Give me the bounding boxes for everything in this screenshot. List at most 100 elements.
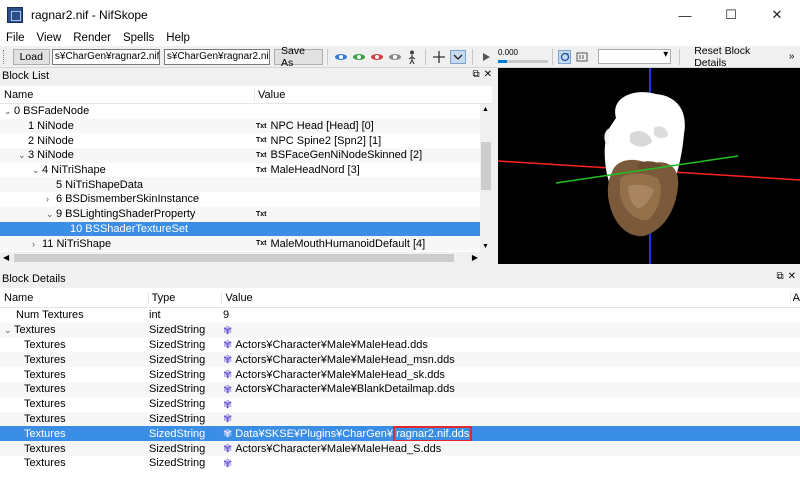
- vscroll-thumb[interactable]: [481, 142, 491, 190]
- detail-row[interactable]: Textures SizedString ✾ Actors¥Character¥Mal…: [0, 381, 800, 397]
- hscroll-thumb[interactable]: [14, 254, 454, 262]
- menu-render[interactable]: Render: [67, 32, 117, 44]
- block-list-row[interactable]: ⌄ 3 NiNode Txt BSFaceGenNiNodeSkinned [2]: [0, 148, 492, 163]
- detail-row[interactable]: Textures SizedString ✾ Actors¥Character¥Mal…: [0, 441, 800, 456]
- view-top-icon[interactable]: [334, 50, 348, 64]
- save-path-field[interactable]: s¥CharGen¥ragnar2.nif: [163, 48, 270, 65]
- close-button[interactable]: ✕: [754, 0, 800, 30]
- block-list-row[interactable]: 2 NiNode Txt NPC Spine2 [Spn2] [1]: [0, 133, 492, 148]
- loop-icon[interactable]: [558, 49, 572, 64]
- reset-block-details-button[interactable]: Reset Block Details: [688, 45, 783, 69]
- block-list-row[interactable]: 1 NiNode Txt NPC Head [Head] [0]: [0, 118, 492, 134]
- save-as-button[interactable]: Save As: [274, 45, 324, 69]
- detail-row[interactable]: Textures SizedString ✾ Actors¥Character¥Mal…: [0, 367, 800, 382]
- detail-value-cell[interactable]: ✾: [222, 323, 235, 338]
- detail-value-cell[interactable]: ✾ Actors¥Character¥Male¥MaleHead_S.dds: [222, 441, 441, 456]
- detail-type: SizedString: [149, 324, 206, 337]
- detail-value-cell[interactable]: ✾ Actors¥Character¥Male¥MaleHead.dds: [222, 338, 428, 353]
- collapse-arrow-icon[interactable]: ⌄: [32, 165, 42, 176]
- scroll-right-icon[interactable]: ▶: [472, 253, 478, 262]
- block-list-row[interactable]: ⌄ 9 BSLightingShaderProperty Txt: [0, 206, 492, 222]
- block-details-tree[interactable]: Name Type Value A Num Textures int 9 ⌄ Textu…: [0, 288, 800, 484]
- block-name: 5 NiTriShapeData: [56, 178, 144, 191]
- menu-help[interactable]: Help: [160, 32, 196, 44]
- column-name[interactable]: Name: [0, 292, 148, 304]
- block-name: 0 BSFadeNode: [14, 105, 90, 118]
- block-value-cell: Txt MaleMouthHumanoidDefault [4]: [254, 236, 425, 251]
- toolbar-grip[interactable]: [3, 49, 9, 64]
- column-name[interactable]: Name: [0, 89, 254, 101]
- toolbar-extension-icon[interactable]: »: [785, 50, 798, 64]
- menu-spells[interactable]: Spells: [117, 32, 160, 44]
- menu-view[interactable]: View: [31, 32, 68, 44]
- axes-icon[interactable]: [432, 50, 446, 64]
- detail-type: SizedString: [149, 383, 206, 396]
- animation-slider[interactable]: 0.000: [497, 48, 548, 65]
- detail-row[interactable]: Textures SizedString ✾: [0, 411, 800, 427]
- detail-row[interactable]: Textures SizedString ✾: [0, 456, 800, 471]
- detail-row[interactable]: Textures SizedString ✾ Data¥SKSE¥Plugins¥Ch…: [0, 426, 800, 442]
- detail-value-cell[interactable]: ✾ Data¥SKSE¥Plugins¥CharGen¥ ragnar2.nif.d…: [222, 426, 473, 442]
- detail-row[interactable]: ⌄ Textures SizedString ✾: [0, 322, 800, 338]
- expand-arrow-icon[interactable]: ›: [32, 239, 42, 249]
- animation-combo[interactable]: [598, 49, 672, 64]
- block-value-cell: Txt: [254, 207, 271, 222]
- dock-close-icon[interactable]: ✕: [484, 69, 492, 80]
- detail-value-cell[interactable]: ✾: [222, 397, 235, 412]
- float-icon[interactable]: ⧉: [776, 271, 783, 282]
- collapse-arrow-icon[interactable]: ⌄: [4, 106, 14, 117]
- detail-value-cell[interactable]: ✾: [222, 456, 235, 471]
- dock-close-icon[interactable]: ✕: [788, 271, 796, 282]
- detail-row[interactable]: Num Textures int 9: [0, 308, 800, 323]
- column-a[interactable]: A: [789, 291, 800, 304]
- collapse-arrow-icon[interactable]: ⌄: [18, 150, 28, 161]
- minimize-button[interactable]: —: [662, 0, 708, 30]
- detail-row[interactable]: Textures SizedString ✾ Actors¥Character¥Mal…: [0, 352, 800, 368]
- block-list-row[interactable]: › 6 BSDismemberSkinInstance: [0, 192, 492, 207]
- detail-row[interactable]: Textures SizedString ✾ Actors¥Character¥Mal…: [0, 338, 800, 353]
- detail-value-cell[interactable]: ✾ Actors¥Character¥Male¥MaleHead_sk.dds: [222, 367, 445, 382]
- float-icon[interactable]: ⧉: [472, 69, 479, 80]
- load-path-field[interactable]: s¥CharGen¥ragnar2.nif: [51, 48, 160, 65]
- scroll-up-icon[interactable]: ▲: [482, 106, 489, 113]
- detail-type: SizedString: [149, 368, 206, 381]
- block-name-cell: 10 BSShaderTextureSet: [0, 222, 254, 237]
- block-name-cell: › 6 BSDismemberSkinInstance: [0, 192, 254, 207]
- block-list-row[interactable]: ⌄ 0 BSFadeNode: [0, 104, 492, 119]
- toolbar-separator: [679, 48, 681, 65]
- render-viewport[interactable]: [498, 68, 800, 264]
- walk-mode-icon[interactable]: [406, 50, 419, 64]
- expand-arrow-icon[interactable]: ›: [46, 194, 56, 204]
- detail-value-cell[interactable]: ✾: [222, 412, 235, 427]
- block-list-row[interactable]: 5 NiTriShapeData: [0, 177, 492, 193]
- block-list-vscrollbar[interactable]: ▲ ▼: [480, 104, 492, 252]
- column-value[interactable]: Value: [221, 291, 789, 304]
- block-list-hscrollbar[interactable]: ◀ ▶: [0, 252, 492, 264]
- detail-value-cell[interactable]: ✾ Actors¥Character¥Male¥MaleHead_msn.dds: [222, 352, 455, 367]
- detail-row[interactable]: Textures SizedString ✾: [0, 397, 800, 412]
- dropdown-arrow-icon[interactable]: [449, 49, 467, 64]
- block-list-row[interactable]: 10 BSShaderTextureSet: [0, 221, 492, 237]
- switch-icon[interactable]: [575, 50, 588, 64]
- scroll-left-icon[interactable]: ◀: [3, 253, 9, 262]
- maximize-button[interactable]: ☐: [708, 0, 754, 30]
- play-icon[interactable]: [479, 50, 492, 64]
- collapse-arrow-icon[interactable]: ⌄: [46, 209, 56, 220]
- block-list-row[interactable]: › 11 NiTriShape Txt MaleMouthHumanoidDefaul…: [0, 236, 492, 251]
- block-list-tree[interactable]: Name Value ⌄ 0 BSFadeNode 1 NiNode Txt NPC H…: [0, 86, 492, 264]
- detail-name-cell: Textures: [0, 367, 148, 382]
- viewport-canvas[interactable]: [498, 68, 800, 264]
- collapse-arrow-icon[interactable]: ⌄: [4, 325, 14, 336]
- block-value-cell: [254, 192, 256, 207]
- view-side-icon[interactable]: [370, 50, 384, 64]
- menu-file[interactable]: File: [0, 32, 31, 44]
- block-list-row[interactable]: ⌄ 4 NiTriShape Txt MaleHeadNord [3]: [0, 163, 492, 178]
- view-user-icon[interactable]: [388, 50, 402, 64]
- view-front-icon[interactable]: [352, 50, 366, 64]
- column-type[interactable]: Type: [147, 291, 222, 304]
- scroll-down-icon[interactable]: ▼: [482, 243, 489, 250]
- load-button[interactable]: Load: [12, 48, 50, 65]
- detail-value-cell[interactable]: ✾ Actors¥Character¥Male¥BlankDetailmap.dd…: [222, 382, 455, 397]
- block-name: 10 BSShaderTextureSet: [70, 222, 189, 235]
- column-value[interactable]: Value: [254, 88, 285, 101]
